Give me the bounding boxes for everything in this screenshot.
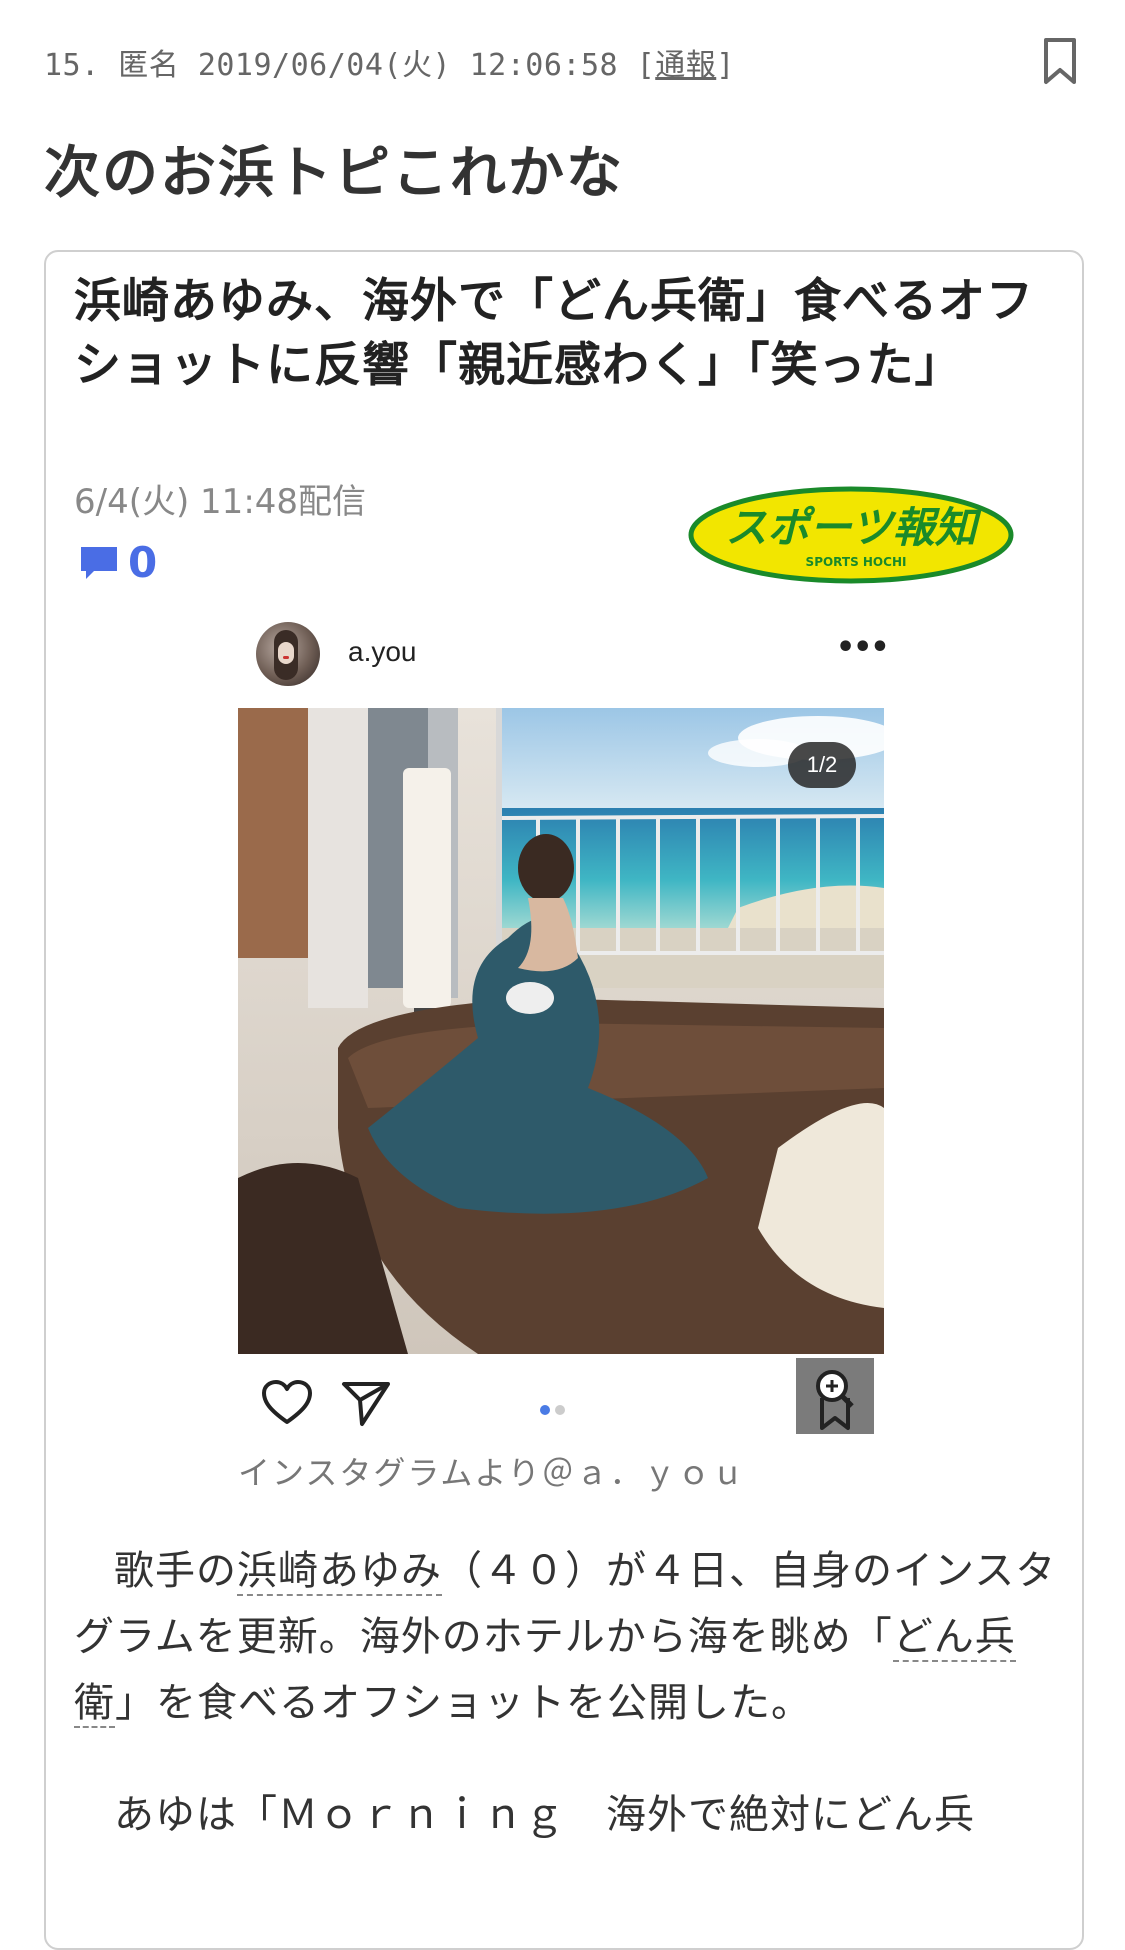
bookmark-icon xyxy=(1044,38,1076,84)
paragraph-1-post: 」を食べるオフショットを公開した。 xyxy=(115,1680,812,1726)
heart-icon[interactable] xyxy=(260,1378,314,1428)
report-bracket-close: ] xyxy=(716,48,735,83)
article-headline[interactable]: 浜崎あゆみ、海外で「どん兵衛」食べるオフショットに反響「親近感わく」「笑った」 xyxy=(74,270,1064,398)
article-paragraph-2: あゆは「Ｍｏｒｎｉｎｇ 海外で絶対にどん兵 xyxy=(114,1792,975,1838)
photo-caption: インスタグラムより＠ａ．ｙｏｕ xyxy=(238,1454,746,1492)
avatar[interactable] xyxy=(256,622,320,686)
carousel-dot-active xyxy=(540,1405,550,1415)
instagram-embed-header: a.you ••• xyxy=(256,622,896,688)
report-bracket-open: [ xyxy=(636,48,656,83)
article-published: 6/4(火) 11:48配信 xyxy=(74,482,367,522)
report-link[interactable]: 通報 xyxy=(655,48,716,83)
instagram-username[interactable]: a.you xyxy=(348,636,417,668)
bookmark-button[interactable] xyxy=(1038,36,1082,88)
article-paragraph-1: 歌手の浜崎あゆみ（４０）が４日、自身のインスタグラムを更新。海外のホテルから海を… xyxy=(74,1538,1074,1736)
article-body: 歌手の浜崎あゆみ（４０）が４日、自身のインスタグラムを更新。海外のホテルから海を… xyxy=(74,1538,1074,1848)
photo-illustration xyxy=(238,708,884,1354)
zoom-bookmark-icon xyxy=(816,1370,854,1430)
instagram-photo[interactable]: 1/2 xyxy=(238,708,884,1354)
comment-author: 匿名 xyxy=(118,48,180,83)
carousel-indicator xyxy=(540,1400,570,1419)
keyword-link-hamasaki[interactable]: 浜崎あゆみ xyxy=(237,1548,442,1596)
comment-datetime: 2019/06/04(火) 12:06:58 xyxy=(197,48,619,83)
comment-count: 0 xyxy=(128,538,158,587)
comment-meta: 15. 匿名 2019/06/04(火) 12:06:58 [通報] xyxy=(44,40,735,84)
source-logo-main-text: スポーツ報知 xyxy=(725,503,981,552)
share-icon[interactable] xyxy=(340,1378,392,1428)
zoom-button[interactable] xyxy=(796,1358,874,1434)
article-card[interactable]: 浜崎あゆみ、海外で「どん兵衛」食べるオフショットに反響「親近感わく」「笑った」 … xyxy=(44,250,1084,1950)
speech-bubble-icon xyxy=(81,546,117,579)
comment-number: 15. xyxy=(44,48,100,83)
article-comments-button[interactable]: 0 xyxy=(78,538,157,587)
source-logo[interactable]: スポーツ報知 SPORTS HOCHI xyxy=(686,484,1016,586)
paragraph-1-pre: 歌手の xyxy=(114,1548,237,1594)
carousel-dot xyxy=(555,1405,565,1415)
comment-text: 次のお浜トピこれかな xyxy=(44,141,624,206)
source-logo-sub-text: SPORTS HOCHI xyxy=(806,555,907,569)
photo-counter: 1/2 xyxy=(788,742,856,788)
more-options-button[interactable]: ••• xyxy=(836,630,890,665)
